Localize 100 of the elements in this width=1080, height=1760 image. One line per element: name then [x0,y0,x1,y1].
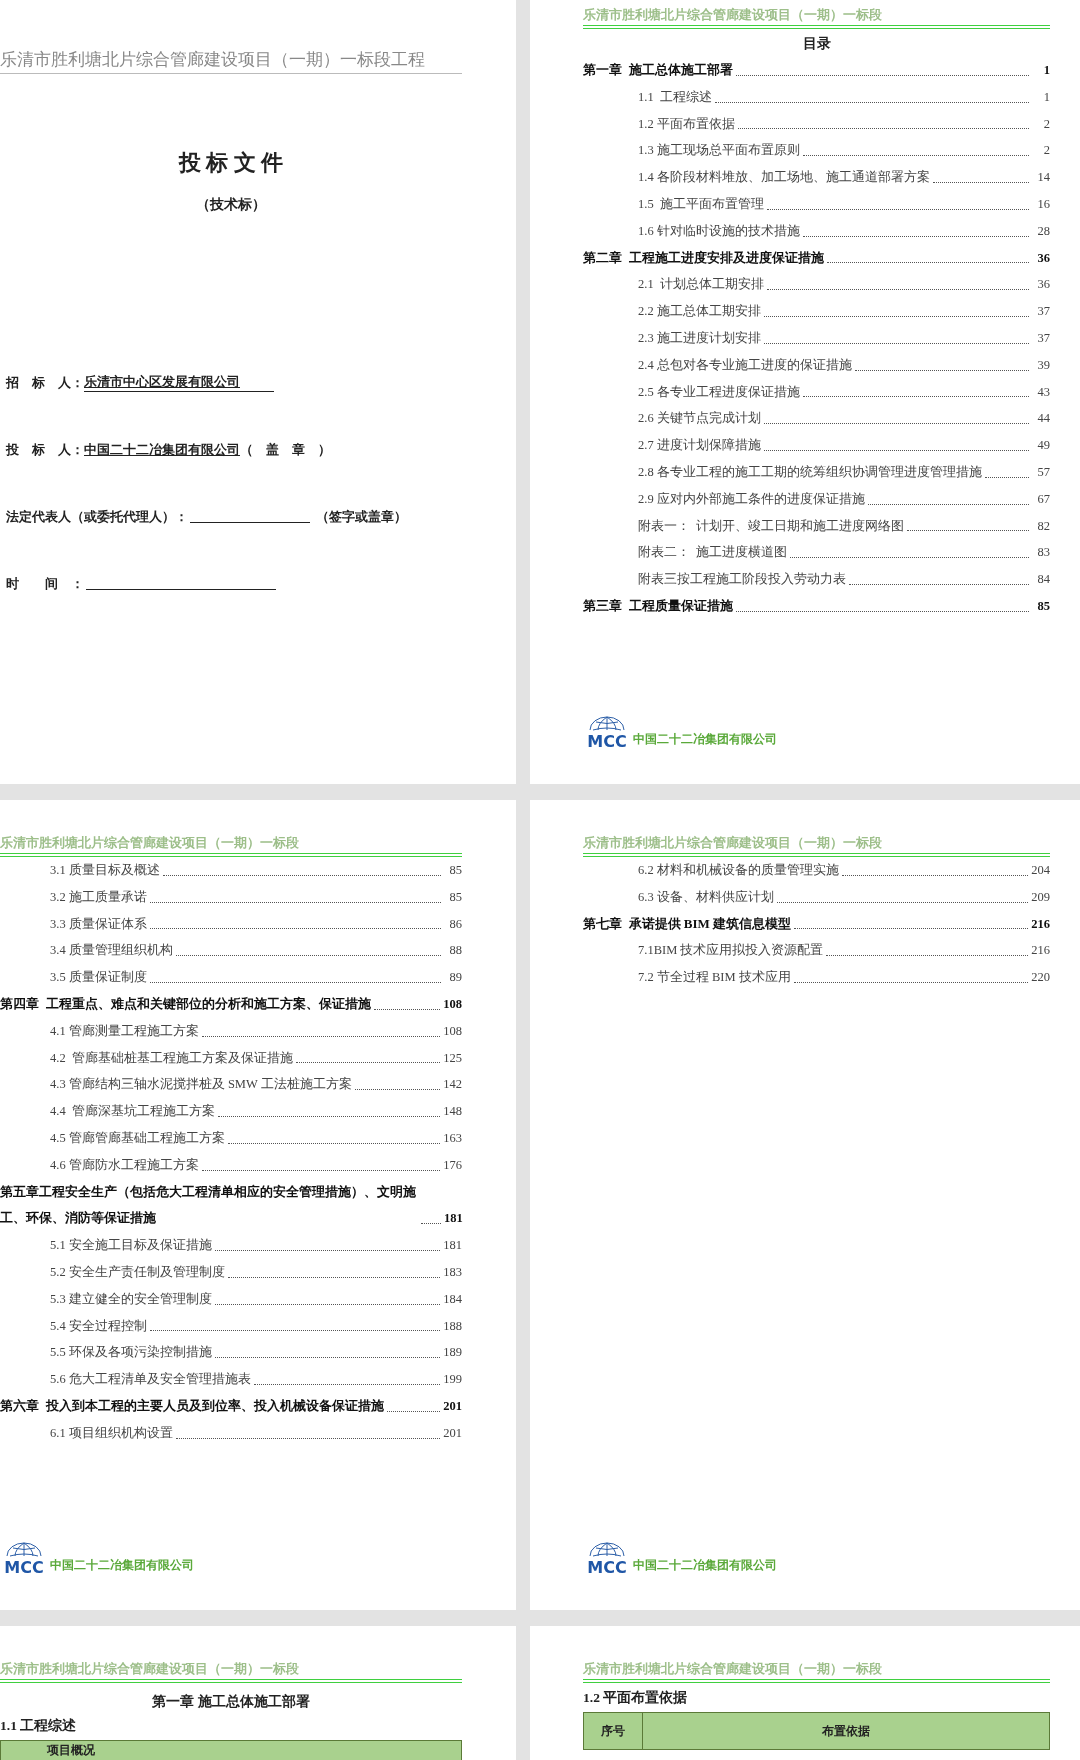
toc-entry: 附表一： 计划开、竣工日期和施工进度网络图 [638,517,905,535]
toc-entry: 第五章工程安全生产（包括危大工程清单相应的安全管理措施）、文明施工、环保、消防等保证措施 [0,1182,417,1228]
toc-entry: 5.4 安全过程控制 [50,1317,147,1335]
page-number: 189 [443,1344,462,1362]
page-number: 181 [444,1210,462,1228]
section-heading: 1.1 工程综述 [0,1717,78,1735]
page-number: 57 [1036,463,1050,481]
table-header-cell: 布置依据 [642,1712,1050,1750]
toc-entry: 2.7 进度计划保障措施 [638,437,761,455]
toc-entry: 2.2 施工总体工期安排 [638,303,761,321]
toc-entry: 第一章 施工总体施工部署 [583,61,733,79]
page-number: 1 [1042,88,1050,106]
toc-entry: 3.2 施工质量承诺 [50,888,147,906]
toc-entry: 6.1 项目组织机构设置 [50,1424,173,1442]
page-number: 85 [448,862,462,879]
toc-entry: 4.4 管廊深基坑工程施工方案 [50,1103,215,1121]
toc-entry: 1.3 施工现场总平面布置原则 [638,142,800,160]
page-header: 乐清市胜利塘北片综合管廊建设项目（一期）一标段 [0,1660,462,1683]
page-header: 乐清市胜利塘北片综合管廊建设项目（一期）一标段 [0,834,462,857]
dot-leader [373,1008,441,1010]
toc-entry: 2.8 各专业工程的施工工期的统筹组织协调管理进度管理措施 [638,463,982,481]
page-header: 乐清市胜利塘北片综合管廊建设项目（一期）一标段 [583,6,1050,29]
page-number: 142 [443,1076,462,1094]
page-number: 2 [1042,115,1050,133]
toc-entry: 2.5 各专业工程进度保证措施 [638,383,800,401]
toc-entry: 2.1 计划总体工期安排 [638,276,764,294]
toc-entry: 3.5 质量保证制度 [50,969,147,987]
field-label: 投 标 人： [6,442,84,459]
toc-entry: 6.2 材料和机械设备的质量管理实施 [638,862,839,879]
page-number: 163 [443,1129,462,1147]
page-number: 204 [1031,862,1050,879]
toc-entry: 1.1 工程综述 [638,88,712,106]
page-number: 125 [443,1049,462,1067]
page-header: 乐清市胜利塘北片综合管廊建设项目（一期）一标段 [583,1660,1050,1683]
toc-entry: 7.1BIM 技术应用拟投入资源配置 [638,942,824,960]
page-number: 44 [1036,410,1050,428]
page-number: 82 [1036,517,1050,535]
toc-entry: 4.2 管廊基础桩基工程施工方案及保证措施 [50,1049,293,1067]
page-number: 14 [1036,169,1050,187]
page-number: 16 [1036,196,1050,213]
page-number: 181 [443,1237,462,1255]
page-number: 37 [1036,329,1050,347]
toc-entry: 附表二： 施工进度横道图 [638,544,788,562]
company-name: 中国二十二冶集团有限公司 [633,1557,777,1574]
toc-entry: 3.3 质量保证体系 [50,915,147,933]
table-header-cell: 序号 [583,1712,643,1750]
toc-entry: 第七章 承诺提供 BIM 建筑信息模型 [583,914,791,933]
toc-entry: 2.3 施工进度计划安排 [638,329,761,347]
page-number: 108 [443,996,462,1013]
toc-entry: 附表三按工程施工阶段投入劳动力表 [638,571,846,589]
page-number: 209 [1031,888,1050,906]
page-number: 85 [448,888,462,906]
field-note: （ 盖 章 ） [240,442,331,459]
page-number: 216 [1031,915,1050,933]
toc-entry: 1.5 施工平面布置管理 [638,196,764,213]
toc-entry: 第三章 工程质量保证措施 [583,596,733,615]
toc-entry: 2.9 应对内外部施工条件的进度保证措施 [638,490,865,508]
page-number: 37 [1036,303,1050,321]
field-value: 乐清市中心区发展有限公司 [84,374,274,392]
page-number: 86 [448,915,462,933]
page-number: 188 [443,1317,462,1335]
toc-entry: 5.3 建立健全的安全管理制度 [50,1290,212,1308]
page-number: 2 [1042,142,1050,160]
page-number: 1 [1042,62,1050,79]
page-number: 216 [1031,942,1050,960]
dot-leader [984,476,1029,478]
page-number: 89 [448,969,462,987]
page-number: 28 [1036,222,1050,240]
page-number: 148 [443,1103,462,1121]
toc-entry: 5.5 环保及各项污染控制措施 [50,1344,212,1362]
page-header: 乐清市胜利塘北片综合管廊建设项目（一期）一标段工程 [0,48,462,74]
toc-entry: 1.6 针对临时设施的技术措施 [638,222,800,240]
toc-entry: 1.4 各阶段材料堆放、加工场地、施工通道部署方案 [638,169,930,187]
toc-entry: 4.6 管廊防水工程施工方案 [50,1156,199,1174]
page-number: 88 [448,942,462,960]
page-number: 201 [443,1424,462,1442]
field-value: 中国二十二冶集团有限公司 [84,442,240,459]
page-number: 201 [443,1397,462,1415]
page-number: 49 [1036,437,1050,455]
field-label: 时 间 ： [6,576,84,593]
toc-entry: 2.6 关键节点完成计划 [638,410,761,428]
page-number: 176 [443,1156,462,1174]
toc-entry: 第六章 投入到本工程的主要人员及到位率、投入机械设备保证措施 [0,1396,384,1415]
page-number: 83 [1036,544,1050,562]
toc-entry: 4.3 管廊结构三轴水泥搅拌桩及 SMW 工法桩施工方案 [50,1076,352,1094]
page-header: 乐清市胜利塘北片综合管廊建设项目（一期）一标段 [583,834,1050,857]
toc-entry: 第四章 工程重点、难点和关键部位的分析和施工方案、保证措施 [0,995,371,1013]
page-number: 85 [1036,597,1050,615]
toc-heading: 目录 [801,35,832,53]
company-name: 中国二十二冶集团有限公司 [633,731,777,748]
dot-leader [421,1223,441,1225]
page-number: 67 [1036,490,1050,508]
page-number: 220 [1031,969,1050,987]
toc-entry: 3.1 质量目标及概述 [50,862,160,879]
toc-entry: 5.2 安全生产责任制及管理制度 [50,1263,225,1281]
page-number: 36 [1036,249,1050,267]
page-number: 184 [443,1290,462,1308]
field-label: 法定代表人（或委托代理人）： [6,509,188,526]
toc-entry: 7.2 节全过程 BIM 技术应用 [638,969,791,987]
page-number: 199 [443,1371,462,1389]
